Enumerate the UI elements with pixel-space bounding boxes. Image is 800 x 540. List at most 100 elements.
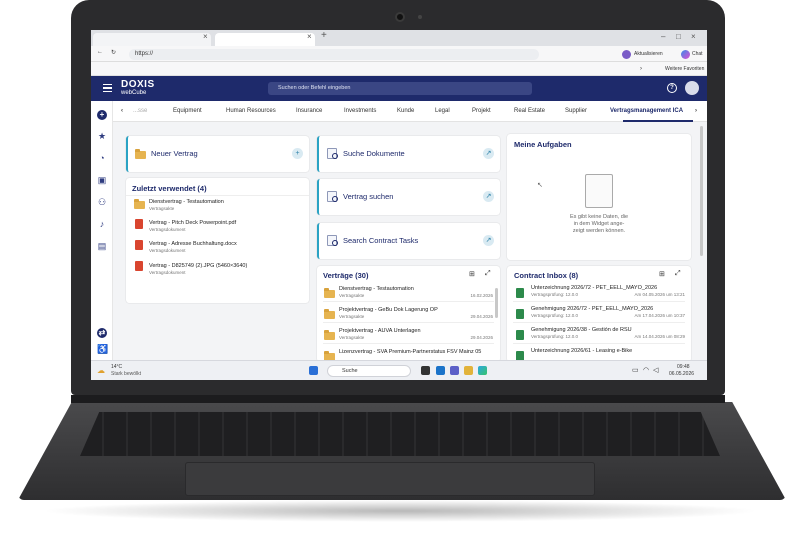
documents-icon[interactable]: ▤: [97, 241, 107, 251]
folder-icon: [324, 330, 335, 340]
search-tasks-card[interactable]: Search Contract Tasks ↗: [317, 223, 500, 259]
bell-icon[interactable]: ♪: [97, 219, 107, 229]
clock-time[interactable]: 09:48: [677, 364, 690, 370]
minimize-icon[interactable]: –: [661, 32, 665, 41]
windows-start-icon[interactable]: [309, 366, 318, 375]
chevron-right-icon[interactable]: ›: [695, 108, 697, 114]
help-icon[interactable]: ?: [667, 83, 677, 93]
tab-supplier[interactable]: Supplier: [565, 108, 587, 114]
contracts-title: Verträge (30): [323, 271, 369, 280]
contract-title[interactable]: Projektvertrag - AUVA Unterlagen: [339, 328, 421, 334]
inbox-item-title[interactable]: Genehmigung 2026/72 - PET_EELL_MAYO_2026: [531, 306, 653, 312]
tab-legal[interactable]: Legal: [435, 108, 450, 114]
arrow-up-right-icon[interactable]: ↗: [483, 191, 494, 202]
grid-icon[interactable]: ⊞: [659, 270, 665, 278]
profile-avatar[interactable]: [622, 50, 631, 59]
inbox-item-title[interactable]: Unterzeichnung 2026/72 - PET_EELL_MAYO_2…: [531, 285, 657, 291]
address-bar[interactable]: https://: [129, 49, 539, 60]
new-contract-card[interactable]: Neuer Vertrag +: [126, 136, 309, 172]
edge-icon[interactable]: [478, 366, 487, 375]
browser-tab-1[interactable]: [93, 33, 211, 46]
inbox-item-date: Am 04.05.2026 um 13:21: [634, 292, 685, 297]
recent-item-type: Vertragsdokument: [149, 270, 186, 275]
empty-state-line-3: zeigt werden können.: [572, 228, 626, 234]
user-avatar[interactable]: [685, 81, 699, 95]
inbox-item-title[interactable]: Unterzeichnung 2026/61 - Leasing e-Bike: [531, 348, 632, 354]
laptop-mockup: × × + – □ × ← ↻ https:// Aktualisieren C…: [0, 0, 800, 540]
copilot-icon[interactable]: [681, 50, 690, 59]
network-icon[interactable]: ▭: [632, 366, 639, 374]
search-documents-card[interactable]: Suche Dokumente ↗: [317, 136, 500, 172]
recent-item-title[interactable]: Vertrag - Pitch Deck Powerpoint.pdf: [149, 220, 236, 226]
back-icon[interactable]: ←: [97, 49, 103, 55]
global-search-input[interactable]: Suchen oder Befehl eingeben: [268, 82, 532, 95]
more-favorites-link[interactable]: Weitere Favoriten: [665, 66, 704, 72]
people-icon[interactable]: ⚇: [97, 197, 107, 207]
inbox-item-title[interactable]: Genehmigung 2026/38 - Gestión de RSU: [531, 327, 632, 333]
star-icon[interactable]: ★: [97, 131, 107, 141]
image-icon: [135, 261, 143, 271]
explorer-icon[interactable]: [464, 366, 473, 375]
add-contract-button[interactable]: +: [292, 148, 303, 159]
tasks-icon[interactable]: ▣: [97, 175, 107, 185]
recent-item-title[interactable]: Vertrag - Adresse Buchhaltung.docx: [149, 241, 237, 247]
tab-investments[interactable]: Investments: [344, 108, 376, 114]
app-logo: DOXIS webCube: [121, 80, 155, 97]
contract-title[interactable]: Projektvertrag - GeBu Dok Lagerung OP: [339, 307, 438, 313]
tab-partial[interactable]: ...sse: [133, 108, 147, 114]
page-scrollbar[interactable]: [700, 126, 703, 256]
tab-real-estate[interactable]: Real Estate: [514, 108, 545, 114]
volume-icon[interactable]: ◁: [653, 366, 658, 374]
search-contract-card[interactable]: Vertrag suchen ↗: [317, 179, 500, 215]
tab-insurance[interactable]: Insurance: [296, 108, 322, 114]
expand-icon[interactable]: ⤢: [485, 270, 491, 278]
tab-equipment[interactable]: Equipment: [173, 108, 202, 114]
weather-icon: ☁: [97, 366, 105, 375]
maximize-icon[interactable]: □: [676, 32, 681, 41]
search-document-icon: [327, 191, 338, 202]
grid-icon[interactable]: ⊞: [469, 270, 475, 278]
switch-icon[interactable]: ⇄: [97, 328, 107, 338]
browser-tab-2[interactable]: [215, 33, 315, 46]
recent-item-title[interactable]: Dienstvertrag - Testautomation: [149, 199, 224, 205]
recent-item-title[interactable]: Vertrag - D825749 (2).JPG (5460×3640): [149, 263, 247, 269]
menu-icon[interactable]: [103, 84, 112, 92]
refresh-icon[interactable]: ↻: [111, 49, 116, 56]
outlook-icon[interactable]: [436, 366, 445, 375]
pdf-icon: [135, 219, 143, 229]
webcam-icon: [395, 12, 405, 22]
close-tab-icon[interactable]: ×: [203, 32, 208, 41]
arrow-up-right-icon[interactable]: ↗: [483, 148, 494, 159]
browser-tabbar: × × + – □ ×: [91, 30, 707, 46]
expand-icon[interactable]: ⤢: [675, 270, 681, 278]
history-icon[interactable]: ◔: [97, 153, 107, 163]
tab-projekt[interactable]: Projekt: [472, 108, 491, 114]
new-tab-icon[interactable]: +: [321, 30, 327, 41]
close-tab-icon[interactable]: ×: [307, 32, 312, 41]
wifi-icon[interactable]: ◠: [643, 366, 649, 374]
add-icon[interactable]: +: [97, 110, 107, 120]
close-window-icon[interactable]: ×: [691, 32, 696, 41]
tab-vertragsmanagement[interactable]: Vertragsmanagement ICA: [610, 108, 683, 114]
weather-desc[interactable]: Stark bewölkt: [111, 371, 141, 377]
update-button[interactable]: Aktualisieren: [634, 51, 663, 57]
chevron-right-icon[interactable]: ›: [640, 66, 642, 72]
chevron-left-icon[interactable]: ‹: [121, 108, 123, 114]
scrollbar[interactable]: [495, 288, 498, 318]
document-icon: [135, 240, 143, 250]
inbox-title: Contract Inbox (8): [514, 271, 579, 280]
tab-kunde[interactable]: Kunde: [397, 108, 414, 114]
contract-type: Vertragsakte: [339, 335, 365, 340]
tab-human-resources[interactable]: Human Resources: [226, 108, 276, 114]
chat-button[interactable]: Chat: [692, 51, 703, 57]
teams-icon[interactable]: [450, 366, 459, 375]
taskbar-search[interactable]: Suche: [327, 365, 411, 377]
contract-title[interactable]: Dienstvertrag - Testautomation: [339, 286, 414, 292]
recent-items-title: Zuletzt verwendet (4): [132, 184, 207, 193]
accessibility-icon[interactable]: ♿: [97, 344, 108, 354]
weather-temp[interactable]: 14°C: [111, 364, 122, 370]
clock-date[interactable]: 06.05.2026: [669, 371, 694, 377]
arrow-up-right-icon[interactable]: ↗: [483, 235, 494, 246]
contract-title[interactable]: Lizenzvertrag - SVA Premium-Partnerstatu…: [339, 349, 481, 355]
task-view-icon[interactable]: [421, 366, 430, 375]
